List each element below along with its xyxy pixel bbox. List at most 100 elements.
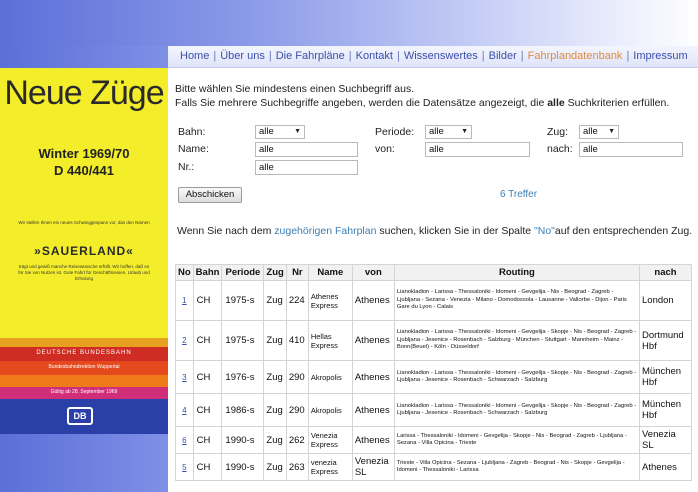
nr-input[interactable]: alle	[255, 160, 358, 175]
cell-routing: Lianokladion - Larissa - Thessaloniki - …	[393, 360, 641, 394]
von-input[interactable]: alle	[425, 142, 530, 157]
cell-routing: Lianokladion - Larissa - Thessaloniki - …	[393, 320, 641, 361]
main-navigation: Home | Über uns | Die Fahrpläne | Kontakt | Wiss…	[168, 46, 698, 68]
nav-item[interactable]: Kontakt	[356, 50, 393, 62]
cell-bahn: CH	[192, 426, 223, 454]
hint-pre: Wenn Sie nach dem	[177, 225, 275, 237]
nav-item[interactable]: Home	[180, 50, 209, 62]
column-header: von	[351, 264, 395, 281]
nav-separator: |	[520, 50, 524, 62]
poster-season: Winter 1969/70	[38, 146, 130, 161]
nav-item[interactable]: Fahrplandatenbank	[528, 50, 623, 62]
nav-item[interactable]: Über uns	[220, 50, 265, 62]
column-header: nach	[639, 264, 692, 281]
nav-item[interactable]: Bilder	[489, 50, 517, 62]
timetable-link[interactable]: zugehörigen Fahrplan	[274, 225, 376, 237]
cell-name: Akropolis	[307, 360, 353, 394]
bahn-select[interactable]: alle ▼	[255, 125, 305, 139]
cell-von: Athenes	[351, 360, 395, 394]
db-logo-icon: DB	[67, 407, 93, 425]
cell-name: Hellas Express	[307, 320, 353, 361]
periode-select[interactable]: alle ▼	[425, 125, 472, 139]
cell-von: Athenes	[351, 393, 395, 427]
periode-select-value: alle	[429, 126, 444, 137]
poster-image: Neue Züge Winter 1969/70 D 440/441 Wir s…	[0, 68, 168, 434]
von-label: von:	[375, 143, 395, 155]
nav-item[interactable]: Impressum	[633, 50, 687, 62]
intro-line-1: Bitte wählen Sie mindestens einen Suchbe…	[175, 83, 415, 95]
zug-label: Zug:	[547, 126, 569, 138]
column-header: Routing	[393, 264, 641, 281]
nav-separator: |	[396, 50, 400, 62]
poster-db-line-1: DEUTSCHE BUNDESBAHN	[36, 350, 132, 356]
cell-nr: 290	[285, 393, 309, 427]
cell-bahn: CH	[192, 320, 223, 361]
table-row: 4 CH 1986-s Zug 290 Akropolis Athenes Lianoklad…	[175, 393, 692, 427]
cell-zug: Zug	[263, 393, 287, 427]
nav-separator: |	[481, 50, 485, 62]
column-header: Periode	[221, 264, 265, 281]
bahn-label: Bahn:	[178, 126, 206, 138]
cell-von: Athenes	[351, 280, 395, 321]
table-row: 6 CH 1990-s Zug 262 Venezia Express Athenes Lar…	[175, 426, 692, 454]
cell-zug: Zug	[263, 280, 287, 321]
nav-item[interactable]: Wissenswertes	[404, 50, 478, 62]
column-header: Name	[307, 264, 353, 281]
cell-no[interactable]: 6	[175, 426, 194, 454]
cell-periode: 1975-s	[221, 280, 265, 321]
cell-no[interactable]: 2	[175, 320, 194, 361]
intro-line-2: Falls Sie mehrere Suchbegriffe angeben, …	[175, 96, 695, 110]
hint-post: auf den entsprechenden Zug.	[554, 225, 693, 237]
poster-small-text-1: Wir stellen Ihnen ein neues Schwinggespa…	[18, 220, 150, 225]
table-row: 2 CH 1975-s Zug 410 Hellas Express Athenes Lian…	[175, 320, 692, 361]
submit-button[interactable]: Abschicken	[178, 187, 242, 203]
cell-zug: Zug	[263, 320, 287, 361]
cell-nr: 410	[285, 320, 309, 361]
chevron-down-icon: ▼	[461, 128, 468, 135]
cell-name: Venezia Express	[307, 426, 353, 454]
cell-no[interactable]: 5	[175, 453, 194, 481]
intro-line-2-pre: Falls Sie mehrere Suchbegriffe angeben, …	[175, 97, 548, 109]
column-header: Bahn	[192, 264, 223, 281]
cell-no[interactable]: 3	[175, 360, 194, 394]
zug-select-value: alle	[583, 126, 598, 137]
cell-nr: 290	[285, 360, 309, 394]
poster-stripe	[0, 338, 168, 347]
chevron-down-icon: ▼	[294, 128, 301, 135]
cell-nach: Dortmund Hbf	[639, 320, 692, 361]
cell-routing: Trieste - Villa Opicina - Sezana - Ljubl…	[393, 453, 641, 481]
poster-small-text-2: trägt und gewiß manche Reisewünsche erfü…	[18, 264, 150, 281]
nach-input[interactable]: alle	[579, 142, 683, 157]
table-row: 1 CH 1975-s Zug 224 Athenes Express Athenes Lia…	[175, 280, 692, 321]
cell-von: Venezia SL	[351, 453, 395, 481]
bahn-select-value: alle	[259, 126, 274, 137]
hit-count: 6 Treffer	[500, 189, 538, 200]
nav-separator: |	[268, 50, 272, 62]
zug-select[interactable]: alle ▼	[579, 125, 619, 139]
cell-no[interactable]: 4	[175, 393, 194, 427]
intro-text: Bitte wählen Sie mindestens einen Suchbe…	[175, 82, 695, 110]
intro-line-2-post: Suchkriterien erfüllen.	[564, 97, 670, 109]
chevron-down-icon: ▼	[608, 128, 615, 135]
poster-stripe	[0, 375, 168, 387]
table-row: 3 CH 1976-s Zug 290 Akropolis Athenes Lianoklad…	[175, 360, 692, 394]
hint-mid: suchen, klicken Sie in der Spalte	[376, 225, 535, 237]
cell-routing: Larissa - Thessaloniki - Idomeni - Gevge…	[393, 426, 641, 454]
nav-item[interactable]: Die Fahrpläne	[276, 50, 345, 62]
cell-zug: Zug	[263, 360, 287, 394]
cell-periode: 1990-s	[221, 453, 265, 481]
cell-no[interactable]: 1	[175, 280, 194, 321]
poster-db-line-2: Bundesbahndirektion Wuppertal	[48, 364, 120, 370]
column-header: No	[175, 264, 194, 281]
cell-bahn: CH	[192, 393, 223, 427]
cell-routing: Lianokladion - Larissa - Thessaloniki - …	[393, 393, 641, 427]
cell-name: venezia Express	[307, 453, 353, 481]
results-table: No Bahn Periode Zug Nr Name von Routing …	[175, 264, 692, 481]
name-input[interactable]: alle	[255, 142, 358, 157]
cell-nr: 263	[285, 453, 309, 481]
poster-train: D 440/441	[54, 163, 114, 178]
table-row: 5 CH 1990-s Zug 263 venezia Express Venezia SL…	[175, 453, 692, 481]
cell-zug: Zug	[263, 453, 287, 481]
cell-nach: Venezia SL	[639, 426, 692, 454]
name-label: Name:	[178, 143, 209, 155]
